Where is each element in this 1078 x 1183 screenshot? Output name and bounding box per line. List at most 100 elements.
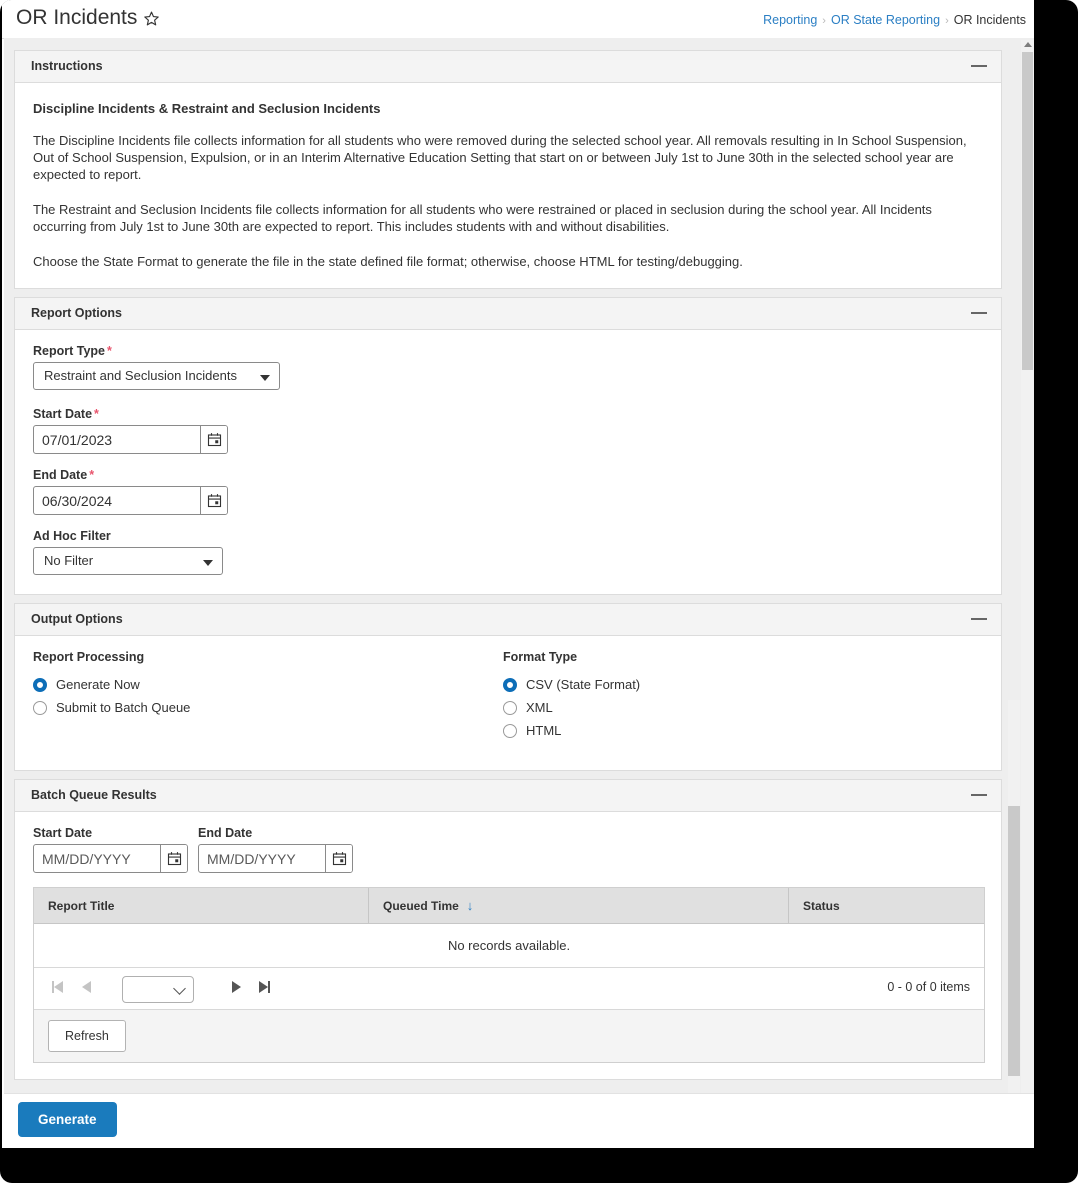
instructions-heading: Discipline Incidents & Restraint and Sec… (33, 101, 381, 116)
batch-queue-date-filters: Start Date MM/DD/YYYY End Date MM/DD/YYY… (33, 826, 983, 873)
report-type-field: Report Type * Restraint and Seclusion Inc… (33, 344, 983, 393)
calendar-icon[interactable] (160, 845, 187, 872)
empty-message: No records available. (34, 923, 984, 968)
chevron-down-icon (173, 982, 186, 995)
last-page-button[interactable] (259, 981, 270, 993)
breadcrumb-item-reporting[interactable]: Reporting (763, 13, 817, 27)
ad-hoc-filter-field: Ad Hoc Filter No Filter (33, 529, 983, 578)
sort-desc-icon: ↓ (466, 898, 474, 913)
batch-queue-section-title: Batch Queue Results (31, 788, 157, 802)
output-options-card-body: Report Processing Generate Now Submit to… (15, 636, 1001, 770)
table-pager: 0 - 0 of 0 items (34, 968, 984, 1010)
start-date-field: Start Date * (33, 407, 983, 454)
radio-format-html[interactable]: HTML (503, 719, 640, 742)
instructions-card-header[interactable]: Instructions (15, 51, 1001, 83)
instructions-section-title: Instructions (31, 59, 103, 73)
previous-page-button[interactable] (82, 981, 91, 993)
output-options-section-title: Output Options (31, 612, 123, 626)
radio-format-xml[interactable]: XML (503, 696, 640, 719)
batch-queue-footer: Refresh (34, 1010, 984, 1062)
radio-icon (33, 700, 47, 715)
collapse-icon[interactable] (971, 65, 987, 67)
start-date-input[interactable] (34, 426, 200, 453)
next-page-button[interactable] (232, 981, 241, 993)
end-date-field: End Date * (33, 468, 983, 515)
batch-queue-end-date-input[interactable] (199, 845, 325, 872)
start-date-label-text: Start Date (33, 407, 93, 421)
batch-queue-end-date-wrap (198, 844, 353, 873)
column-header-queued-time[interactable]: Queued Time ↓ (368, 888, 789, 924)
calendar-icon[interactable] (200, 426, 227, 453)
page-size-select[interactable] (122, 976, 194, 1003)
required-marker: * (107, 344, 112, 358)
first-page-button[interactable] (52, 981, 63, 993)
content-column: Instructions Discipline Incidents & Rest… (14, 50, 1002, 1088)
column-header-report-title[interactable]: Report Title (34, 888, 369, 924)
scroll-area: Instructions Discipline Incidents & Rest… (4, 38, 1034, 1093)
output-options-card: Output Options Report Processing Generat… (14, 603, 1002, 771)
table-header-row: Report Title Queued Time ↓ Status (34, 888, 984, 924)
start-date-input-wrap (33, 425, 228, 454)
radio-submit-to-batch-queue[interactable]: Submit to Batch Queue (33, 696, 503, 719)
end-date-label: End Date * (33, 468, 983, 482)
batch-queue-start-date-label: Start Date (33, 826, 93, 840)
table-empty-row: No records available. (34, 923, 984, 968)
ad-hoc-filter-label: Ad Hoc Filter (33, 529, 111, 543)
star-icon[interactable] (143, 10, 160, 27)
batch-queue-card-body: Start Date MM/DD/YYYY End Date MM/DD/YYY… (15, 812, 1001, 1079)
panel-scrollbar[interactable] (1008, 700, 1020, 1093)
ad-hoc-filter-value: No Filter (44, 553, 94, 568)
batch-queue-start-date-input[interactable] (34, 845, 160, 872)
scroll-up-arrow-icon[interactable] (1024, 42, 1032, 47)
required-marker: * (94, 407, 99, 421)
format-type-label: Format Type (503, 650, 578, 664)
scrollbar-thumb[interactable] (1008, 806, 1020, 1076)
radio-generate-now[interactable]: Generate Now (33, 673, 503, 696)
end-date-input[interactable] (34, 487, 200, 514)
radio-submit-to-batch-queue-label: Submit to Batch Queue (56, 700, 191, 715)
instructions-card-body: Discipline Incidents & Restraint and Sec… (15, 83, 1001, 288)
collapse-icon[interactable] (971, 618, 987, 620)
batch-queue-end-date-field: End Date (198, 826, 353, 873)
chevron-down-icon (203, 560, 213, 566)
instructions-paragraph-2: The Restraint and Seclusion Incidents fi… (33, 202, 932, 234)
batch-queue-results-card: Batch Queue Results Start Date MM/DD/YYY… (14, 779, 1002, 1080)
page-title: OR Incidents (16, 6, 138, 29)
app-header: OR Incidents Reporting › OR State Reportin… (2, 0, 1034, 39)
required-marker: * (89, 468, 95, 482)
collapse-icon[interactable] (971, 794, 987, 796)
report-options-card-header[interactable]: Report Options (15, 298, 1001, 330)
ad-hoc-filter-select[interactable]: No Filter (33, 547, 223, 575)
page-root: OR Incidents Reporting › OR State Reportin… (2, 0, 1034, 1148)
breadcrumb: Reporting › OR State Reporting › OR Incident… (763, 13, 1026, 27)
batch-queue-start-date-wrap (33, 844, 188, 873)
breadcrumb-current: OR Incidents (953, 13, 1026, 27)
batch-queue-start-date-field: Start Date (33, 826, 188, 873)
report-type-label-text: Report Type (33, 344, 105, 358)
calendar-icon[interactable] (325, 845, 352, 872)
calendar-icon[interactable] (200, 487, 227, 514)
collapse-icon[interactable] (971, 312, 987, 314)
column-header-status[interactable]: Status (788, 888, 984, 924)
breadcrumb-separator-2: › (945, 15, 949, 27)
page-scrollbar[interactable] (1021, 40, 1034, 1093)
radio-icon-selected (33, 677, 47, 692)
window-frame: OR Incidents Reporting › OR State Reportin… (0, 0, 1078, 1183)
report-options-section-title: Report Options (31, 306, 122, 320)
scrollbar-thumb[interactable] (1022, 52, 1033, 370)
pager-item-count: 0 - 0 of 0 items (887, 980, 970, 994)
end-date-label-text: End Date (33, 468, 88, 482)
batch-queue-table: Report Title Queued Time ↓ Status No rec… (33, 887, 985, 1063)
generate-button[interactable]: Generate (18, 1102, 117, 1137)
breadcrumb-item-or-state-reporting[interactable]: OR State Reporting (831, 13, 940, 27)
end-date-input-wrap (33, 486, 228, 515)
report-type-select[interactable]: Restraint and Seclusion Incidents (33, 362, 280, 390)
radio-format-csv[interactable]: CSV (State Format) (503, 673, 640, 696)
output-options-card-header[interactable]: Output Options (15, 604, 1001, 636)
radio-icon (503, 700, 517, 715)
radio-generate-now-label: Generate Now (56, 677, 140, 692)
instructions-paragraph-3: Choose the State Format to generate the … (33, 254, 743, 269)
action-bar: Generate (4, 1093, 1034, 1148)
batch-queue-card-header[interactable]: Batch Queue Results (15, 780, 1001, 812)
refresh-button[interactable]: Refresh (48, 1020, 126, 1052)
